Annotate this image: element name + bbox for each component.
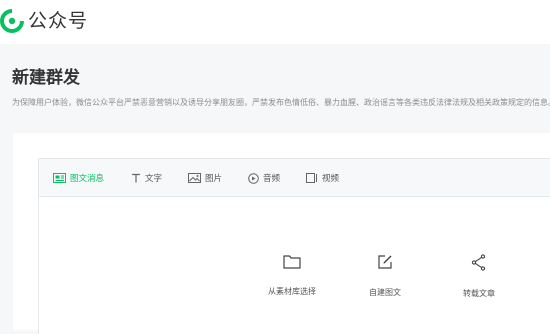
message-type-tabs: 图文消息 文字 图片 音频 视频: [39, 159, 550, 197]
text-icon: [132, 173, 140, 183]
select-from-library-button[interactable]: 从素材库选择: [252, 254, 332, 298]
create-article-button[interactable]: 自建图文: [345, 254, 425, 299]
tab-video-label: 视频: [322, 174, 340, 184]
tab-image[interactable]: 图片: [188, 170, 222, 186]
tab-article[interactable]: 图文消息: [53, 170, 104, 186]
content-card: 图文消息 文字 图片 音频 视频 从素材库选择 自建图文 转载文章: [13, 133, 550, 334]
article-icon: [53, 173, 66, 183]
wechat-official-account-logo-icon[interactable]: [0, 9, 24, 33]
edit-icon: [378, 255, 392, 269]
select-from-library-label: 从素材库选择: [268, 287, 316, 296]
share-icon: [471, 254, 486, 271]
brand-name[interactable]: 公众号: [28, 8, 88, 34]
tab-audio[interactable]: 音频: [248, 170, 280, 186]
top-bar: 公众号: [0, 0, 550, 44]
tab-text-label: 文字: [145, 174, 163, 184]
page-title: 新建群发: [12, 68, 80, 88]
tab-text[interactable]: 文字: [131, 170, 162, 186]
repost-article-label: 转载文章: [463, 289, 495, 298]
folder-icon: [283, 255, 301, 269]
video-icon: [306, 173, 317, 183]
image-icon: [188, 173, 201, 183]
tab-article-label: 图文消息: [70, 174, 105, 184]
tab-image-label: 图片: [205, 174, 223, 184]
create-article-label: 自建图文: [369, 288, 401, 297]
repost-article-button[interactable]: 转载文章: [439, 254, 519, 300]
tab-audio-label: 音频: [263, 174, 281, 184]
tab-video[interactable]: 视频: [306, 170, 339, 186]
message-editor: 图文消息 文字 图片 音频 视频 从素材库选择 自建图文 转载文章: [38, 158, 550, 334]
audio-icon: [248, 172, 259, 184]
policy-notice: 为保障用户体验，微信公众平台严禁恶意营销以及诱导分享朋友圈，严禁发布色情低俗、暴…: [12, 98, 550, 107]
